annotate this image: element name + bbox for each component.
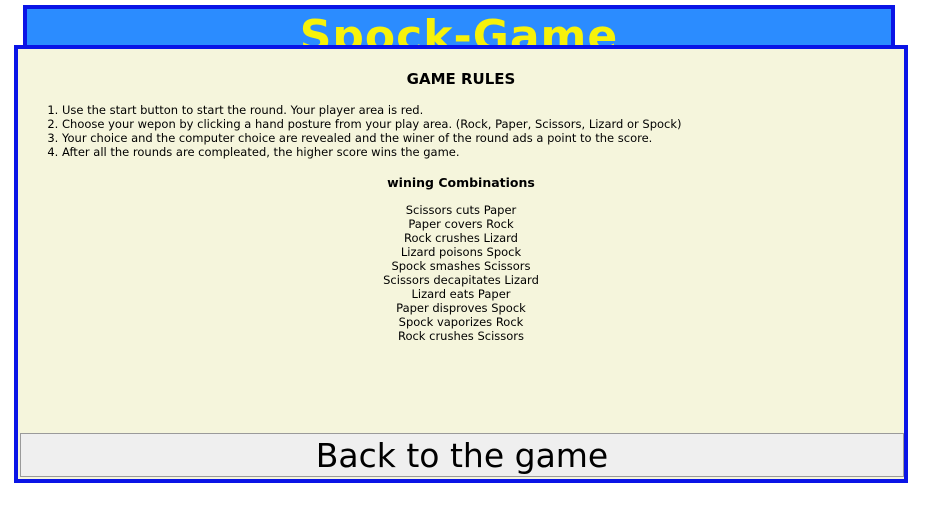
rules-list: Use the start button to start the round.…: [44, 103, 682, 159]
combination-item: Paper disproves Spock: [396, 301, 526, 315]
combination-item: Spock smashes Scissors: [391, 259, 531, 273]
rule-item: Your choice and the computer choice are …: [62, 131, 682, 145]
combinations-list: Scissors cuts Paper Paper covers Rock Ro…: [18, 203, 904, 343]
combination-item: Paper covers Rock: [408, 217, 514, 231]
combination-item: Lizard eats Paper: [411, 287, 511, 301]
rules-title: GAME RULES: [406, 70, 516, 88]
rule-item: Choose your wepon by clicking a hand pos…: [62, 117, 682, 131]
combination-item: Scissors decapitates Lizard: [383, 273, 539, 287]
rules-modal: GAME RULES Use the start button to start…: [14, 45, 908, 483]
rule-item: After all the rounds are compleated, the…: [62, 145, 682, 159]
combination-item: Rock crushes Lizard: [403, 231, 518, 245]
back-to-game-button[interactable]: Back to the game: [20, 433, 904, 477]
combinations-title: wining Combinations: [387, 175, 535, 190]
combination-item: Scissors cuts Paper: [405, 203, 517, 217]
combination-item: Lizard poisons Spock: [400, 245, 522, 259]
combination-item: Spock vaporizes Rock: [398, 315, 524, 329]
combination-item: Rock crushes Scissors: [397, 329, 525, 343]
rule-item: Use the start button to start the round.…: [62, 103, 682, 117]
